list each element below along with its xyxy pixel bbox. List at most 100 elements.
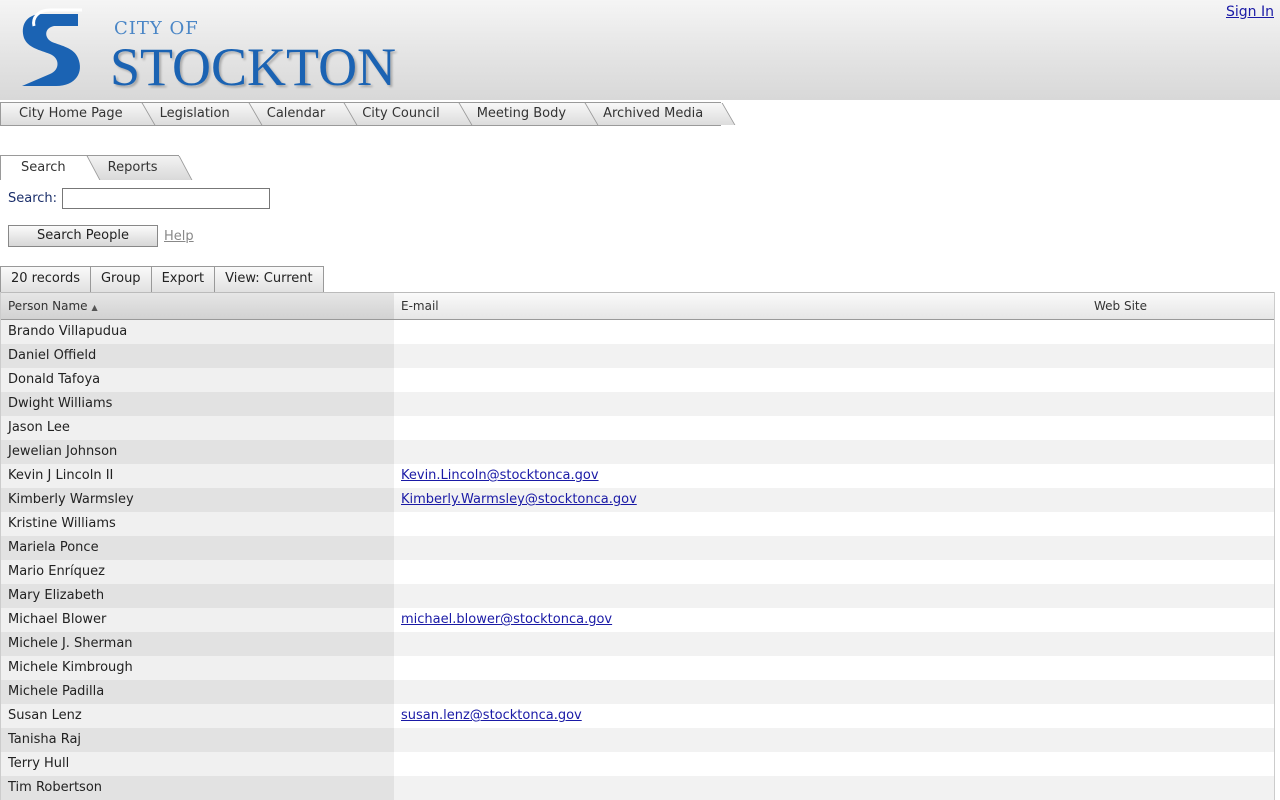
person-name-cell[interactable]: Mario Enríquez — [1, 560, 394, 584]
email-cell — [394, 656, 1088, 680]
person-name-cell[interactable]: Michele J. Sherman — [1, 632, 394, 656]
tab-archived-media[interactable]: Archived Media — [584, 102, 722, 126]
tab-calendar[interactable]: Calendar — [247, 102, 344, 126]
records-count: 20 records — [1, 267, 91, 292]
email-link[interactable]: Kevin.Lincoln@stocktonca.gov — [401, 468, 599, 483]
person-name-cell[interactable]: Dwight Williams — [1, 392, 394, 416]
web-site-cell — [1088, 392, 1274, 416]
stockton-s-logo-icon — [22, 8, 82, 86]
web-site-cell — [1088, 368, 1274, 392]
subtab-label: Search — [21, 160, 66, 175]
row-detail-cells — [394, 512, 1274, 536]
row-detail-cells — [394, 320, 1274, 344]
search-people-button[interactable]: Search People — [8, 225, 158, 247]
row-detail-cells — [394, 392, 1274, 416]
web-site-cell — [1088, 416, 1274, 440]
email-cell: michael.blower@stocktonca.gov — [394, 608, 1088, 632]
view-button[interactable]: View: Current — [215, 267, 323, 292]
sign-in-link[interactable]: Sign In — [1226, 4, 1274, 20]
main-navigation: City Home Page Legislation Calendar City… — [0, 102, 722, 126]
row-detail-cells — [394, 728, 1274, 752]
web-site-cell — [1088, 344, 1274, 368]
city-logo[interactable]: CITY OF STOCKTON — [14, 8, 396, 97]
email-cell — [394, 392, 1088, 416]
row-detail-cells — [394, 776, 1274, 800]
person-name-cell[interactable]: Mary Elizabeth — [1, 584, 394, 608]
tab-meeting-body[interactable]: Meeting Body — [457, 102, 585, 126]
person-name-cell[interactable]: Brando Villapudua — [1, 320, 394, 344]
web-site-cell — [1088, 464, 1274, 488]
email-link[interactable]: susan.lenz@stocktonca.gov — [401, 708, 582, 723]
person-name-cell[interactable]: Tim Robertson — [1, 776, 394, 800]
search-input[interactable] — [62, 188, 271, 209]
table-row: Daniel Offield — [1, 344, 1274, 368]
person-name-cell[interactable]: Kevin J Lincoln II — [1, 464, 394, 488]
person-name-cell[interactable]: Jewelian Johnson — [1, 440, 394, 464]
person-name-cell[interactable]: Susan Lenz — [1, 704, 394, 728]
email-link[interactable]: michael.blower@stocktonca.gov — [401, 612, 612, 627]
search-label: Search: — [8, 191, 58, 206]
person-name-cell[interactable]: Michael Blower — [1, 608, 394, 632]
people-grid: Person Name ▲ E-mail Web Site Brando Vill… — [0, 292, 1275, 800]
row-detail-cells — [394, 680, 1274, 704]
person-name-cell[interactable]: Michele Kimbrough — [1, 656, 394, 680]
email-cell: Kevin.Lincoln@stocktonca.gov — [394, 464, 1088, 488]
row-detail-cells: Kevin.Lincoln@stocktonca.gov — [394, 464, 1274, 488]
grid-header: Person Name ▲ E-mail Web Site — [1, 292, 1274, 320]
row-detail-cells: susan.lenz@stocktonca.gov — [394, 704, 1274, 728]
row-detail-cells — [394, 584, 1274, 608]
email-cell: susan.lenz@stocktonca.gov — [394, 704, 1088, 728]
email-cell — [394, 680, 1088, 704]
web-site-cell — [1088, 536, 1274, 560]
row-detail-cells — [394, 344, 1274, 368]
table-row: Tanisha Raj — [1, 728, 1274, 752]
help-link[interactable]: Help — [164, 229, 194, 244]
email-cell — [394, 728, 1088, 752]
tab-label: Calendar — [266, 106, 326, 121]
row-detail-cells — [394, 416, 1274, 440]
column-header-person-name[interactable]: Person Name ▲ — [1, 293, 394, 319]
person-name-cell[interactable]: Kimberly Warmsley — [1, 488, 394, 512]
subtab-search[interactable]: Search — [0, 155, 87, 180]
email-cell — [394, 512, 1088, 536]
email-cell — [394, 632, 1088, 656]
tab-city-home-page[interactable]: City Home Page — [0, 102, 141, 126]
person-name-cell[interactable]: Tanisha Raj — [1, 728, 394, 752]
row-detail-cells — [394, 752, 1274, 776]
table-row: Donald Tafoya — [1, 368, 1274, 392]
email-cell — [394, 536, 1088, 560]
table-row: Mary Elizabeth — [1, 584, 1274, 608]
web-site-cell — [1088, 776, 1274, 800]
search-actions: Search People Help — [8, 225, 194, 247]
email-cell — [394, 560, 1088, 584]
export-button[interactable]: Export — [151, 267, 216, 292]
column-header-web-site[interactable]: Web Site — [1088, 293, 1274, 319]
person-name-cell[interactable]: Jason Lee — [1, 416, 394, 440]
grid-toolbar: 20 records Group Export View: Current — [0, 266, 324, 293]
column-header-email[interactable]: E-mail — [394, 293, 1088, 319]
person-name-cell[interactable]: Mariela Ponce — [1, 536, 394, 560]
person-name-cell[interactable]: Daniel Offield — [1, 344, 394, 368]
table-row: Mariela Ponce — [1, 536, 1274, 560]
email-cell — [394, 776, 1088, 800]
row-detail-cells — [394, 656, 1274, 680]
table-row: Michele J. Sherman — [1, 632, 1274, 656]
web-site-cell — [1088, 512, 1274, 536]
person-name-cell[interactable]: Michele Padilla — [1, 680, 394, 704]
web-site-cell — [1088, 440, 1274, 464]
row-detail-cells: michael.blower@stocktonca.gov — [394, 608, 1274, 632]
tab-label: Legislation — [159, 106, 230, 121]
person-name-cell[interactable]: Kristine Williams — [1, 512, 394, 536]
email-cell — [394, 416, 1088, 440]
web-site-cell — [1088, 632, 1274, 656]
person-name-cell[interactable]: Donald Tafoya — [1, 368, 394, 392]
subtab-reports[interactable]: Reports — [86, 155, 179, 180]
table-row: Michele Padilla — [1, 680, 1274, 704]
email-link[interactable]: Kimberly.Warmsley@stocktonca.gov — [401, 492, 637, 507]
tab-city-council[interactable]: City Council — [343, 102, 458, 126]
tab-legislation[interactable]: Legislation — [140, 102, 248, 126]
person-name-cell[interactable]: Terry Hull — [1, 752, 394, 776]
table-row: Jewelian Johnson — [1, 440, 1274, 464]
table-row: Susan Lenz susan.lenz@stocktonca.gov — [1, 704, 1274, 728]
group-button[interactable]: Group — [90, 267, 152, 292]
